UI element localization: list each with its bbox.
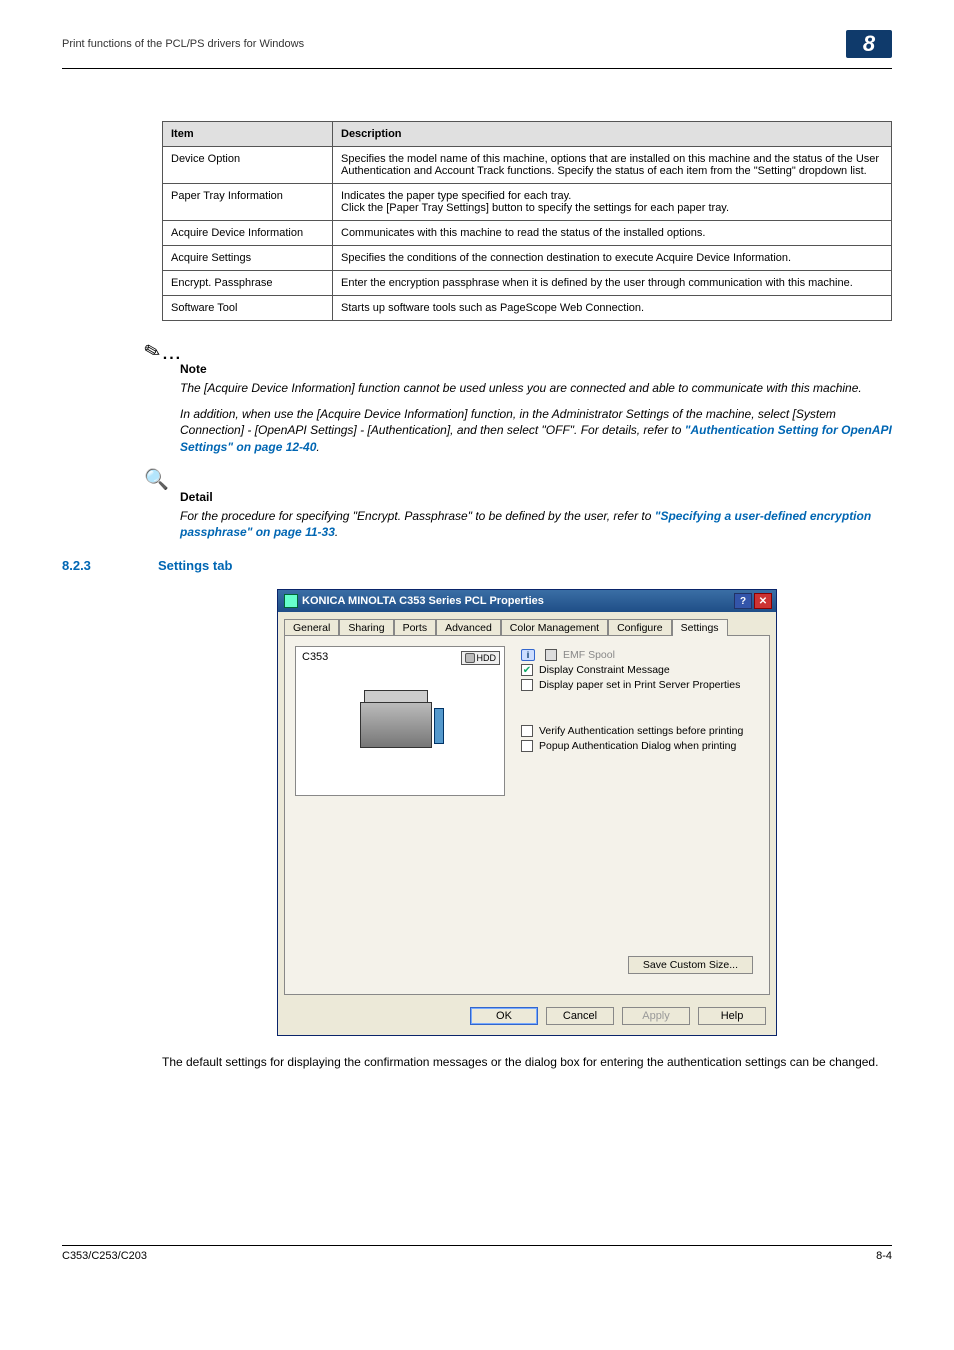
cancel-button[interactable]: Cancel [546, 1007, 614, 1025]
checkbox-paperset[interactable] [521, 679, 533, 691]
label-paperset: Display paper set in Print Server Proper… [539, 679, 740, 691]
dots-icon: ... [163, 346, 182, 363]
running-header: Print functions of the PCL/PS drivers fo… [62, 38, 304, 50]
section-heading: 8.2.3Settings tab [62, 558, 892, 573]
tab-strip: General Sharing Ports Advanced Color Man… [278, 612, 776, 635]
printer-illustration [350, 684, 450, 764]
detail-paragraph: For the procedure for specifying "Encryp… [180, 508, 892, 540]
label-popup-auth: Popup Authentication Dialog when printin… [539, 740, 736, 752]
label-constraint: Display Constraint Message [539, 664, 670, 676]
label-verify-auth: Verify Authentication settings before pr… [539, 725, 743, 737]
note-icon: ✎ [141, 337, 164, 365]
device-preview: C353 HDD [295, 646, 505, 796]
dialog-titlebar[interactable]: KONICA MINOLTA C353 Series PCL Propertie… [278, 590, 776, 612]
info-icon[interactable]: i [521, 649, 535, 661]
table-row: Acquire SettingsSpecifies the conditions… [163, 246, 892, 271]
table-row: Device OptionSpecifies the model name of… [163, 147, 892, 184]
save-custom-size-button[interactable]: Save Custom Size... [628, 956, 753, 974]
detail-label: Detail [180, 490, 892, 504]
table-row: Acquire Device InformationCommunicates w… [163, 221, 892, 246]
hdd-icon [465, 653, 475, 663]
footer-page: 8-4 [876, 1250, 892, 1262]
item-description-table: Item Description Device OptionSpecifies … [162, 121, 892, 321]
ok-button[interactable]: OK [470, 1007, 538, 1025]
note-label: Note [180, 362, 892, 376]
checkbox-verify-auth[interactable] [521, 725, 533, 737]
note-block: ✎... Note The [Acquire Device Informatio… [162, 339, 892, 455]
table-row: Encrypt. PassphraseEnter the encryption … [163, 271, 892, 296]
label-emf-spool: EMF Spool [563, 649, 615, 661]
note-paragraph: The [Acquire Device Information] functio… [180, 380, 892, 396]
table-row: Paper Tray InformationIndicates the pape… [163, 184, 892, 221]
tab-configure[interactable]: Configure [608, 619, 672, 636]
apply-button: Apply [622, 1007, 690, 1025]
detail-block: 🔍 Detail For the procedure for specifyin… [162, 467, 892, 540]
model-name: C353 [302, 651, 328, 663]
close-icon[interactable]: ✕ [754, 593, 772, 609]
th-item: Item [163, 122, 333, 147]
tab-settings[interactable]: Settings [672, 619, 728, 636]
th-desc: Description [333, 122, 892, 147]
tab-advanced[interactable]: Advanced [436, 619, 501, 636]
note-paragraph: In addition, when use the [Acquire Devic… [180, 406, 892, 455]
checkbox-popup-auth[interactable] [521, 740, 533, 752]
checkbox-constraint[interactable]: ✔ [521, 664, 533, 676]
footer-model: C353/C253/C203 [62, 1250, 147, 1262]
body-paragraph: The default settings for displaying the … [162, 1054, 892, 1070]
help-button[interactable]: Help [698, 1007, 766, 1025]
dialog-title: KONICA MINOLTA C353 Series PCL Propertie… [302, 595, 544, 607]
tab-color-management[interactable]: Color Management [501, 619, 608, 636]
tab-ports[interactable]: Ports [394, 619, 437, 636]
properties-dialog: KONICA MINOLTA C353 Series PCL Propertie… [277, 589, 777, 1036]
hdd-badge: HDD [461, 651, 501, 665]
app-icon [284, 594, 298, 608]
table-row: Software ToolStarts up software tools su… [163, 296, 892, 321]
magnifier-icon: 🔍 [144, 469, 169, 491]
help-icon[interactable]: ? [734, 593, 752, 609]
checkbox-emf-spool [545, 649, 557, 661]
tab-sharing[interactable]: Sharing [339, 619, 393, 636]
chapter-number: 8 [846, 30, 892, 58]
tab-general[interactable]: General [284, 619, 339, 636]
tab-panel-settings: C353 HDD i [284, 635, 770, 995]
